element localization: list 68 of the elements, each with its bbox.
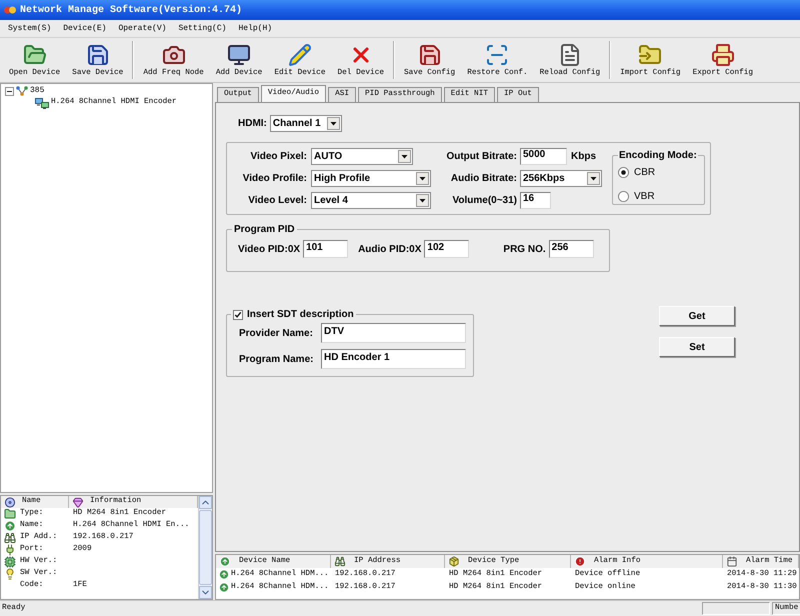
menu-item[interactable]: Help(H) [232,24,278,32]
network-icon [16,86,28,96]
collapse-icon[interactable] [5,86,14,96]
dropdown[interactable]: 256Kbps [520,170,602,187]
arrow-circle-icon [3,520,17,532]
gem-icon [72,496,84,508]
radio-option[interactable]: CBR [618,165,656,180]
folder-arrow-icon [638,42,662,67]
folder-icon [22,42,47,67]
radio-icon[interactable] [618,167,629,178]
field-label: Output Bitrate: [445,150,517,164]
app-icon [4,5,16,15]
arrow-circle-icon [218,569,230,580]
monitor-icon [227,42,252,67]
radio-icon[interactable] [618,191,629,202]
field-label: Program Name: [239,352,314,366]
scroll-up-icon[interactable] [199,496,212,509]
scan-icon [485,42,510,67]
arrow-circle-icon [218,582,230,593]
pencil-icon [288,42,312,67]
window-title: Network Manage Software(Version:4.74) [20,4,242,18]
field-label: Video Pixel: [249,150,307,164]
field-label: Provider Name: [239,326,314,340]
radio-option[interactable]: VBR [618,189,655,204]
scrollbar[interactable] [198,496,212,599]
dropdown[interactable]: High Profile [311,170,431,187]
binoculars-icon [3,532,17,544]
dropdown[interactable]: AUTO [311,148,413,165]
menu-item[interactable]: System(S) [2,24,58,32]
scroll-down-icon[interactable] [199,586,212,599]
action-button[interactable]: Get [659,306,735,326]
checkbox-icon[interactable] [233,310,243,320]
text-field[interactable]: 102 [424,240,470,258]
text-field[interactable]: 256 [548,240,594,258]
status-panel [702,602,770,615]
group-title: Encoding Mode: [618,149,698,163]
field-label: Audio Bitrate: [450,172,517,186]
dropdown[interactable]: Channel 1 [270,115,342,132]
text-field[interactable]: 16 [520,192,551,209]
action-button[interactable]: Set [659,337,735,357]
field-label: Audio PID:0X [358,242,422,256]
unit-label: Kbps [571,150,596,164]
binoculars-icon [334,556,346,567]
chip-icon [3,556,17,568]
field-label: Video Level: [247,194,307,208]
text-field[interactable]: DTV [321,323,466,343]
dropdown[interactable]: Level 4 [311,192,431,209]
field-label: PRG NO. [503,242,546,256]
tree-item[interactable]: 385 [5,85,212,97]
field-label: Video PID:0X [238,242,300,256]
folder-icon [3,508,17,520]
calendar-icon [726,556,738,567]
checkbox[interactable]: Insert SDT description [233,307,354,322]
field-label: Volume(0~31) [451,194,517,208]
text-field[interactable]: HD Encoder 1 [321,349,466,369]
field-label: Video Profile: [242,172,307,186]
menu-item[interactable]: Setting(C) [172,24,232,32]
disc-icon [4,496,16,508]
group-title: Program PID [233,223,296,237]
text-field[interactable]: 101 [303,240,348,258]
menu-item[interactable]: Device(E) [57,24,112,32]
text-field[interactable]: 5000 [520,148,567,165]
menu-item[interactable]: Operate(V) [112,24,172,32]
field-label: HDMI: [238,117,267,131]
printer-icon [710,42,735,67]
package-icon [448,556,460,567]
computers-icon [35,98,49,108]
scrollbar-thumb[interactable] [199,510,212,585]
